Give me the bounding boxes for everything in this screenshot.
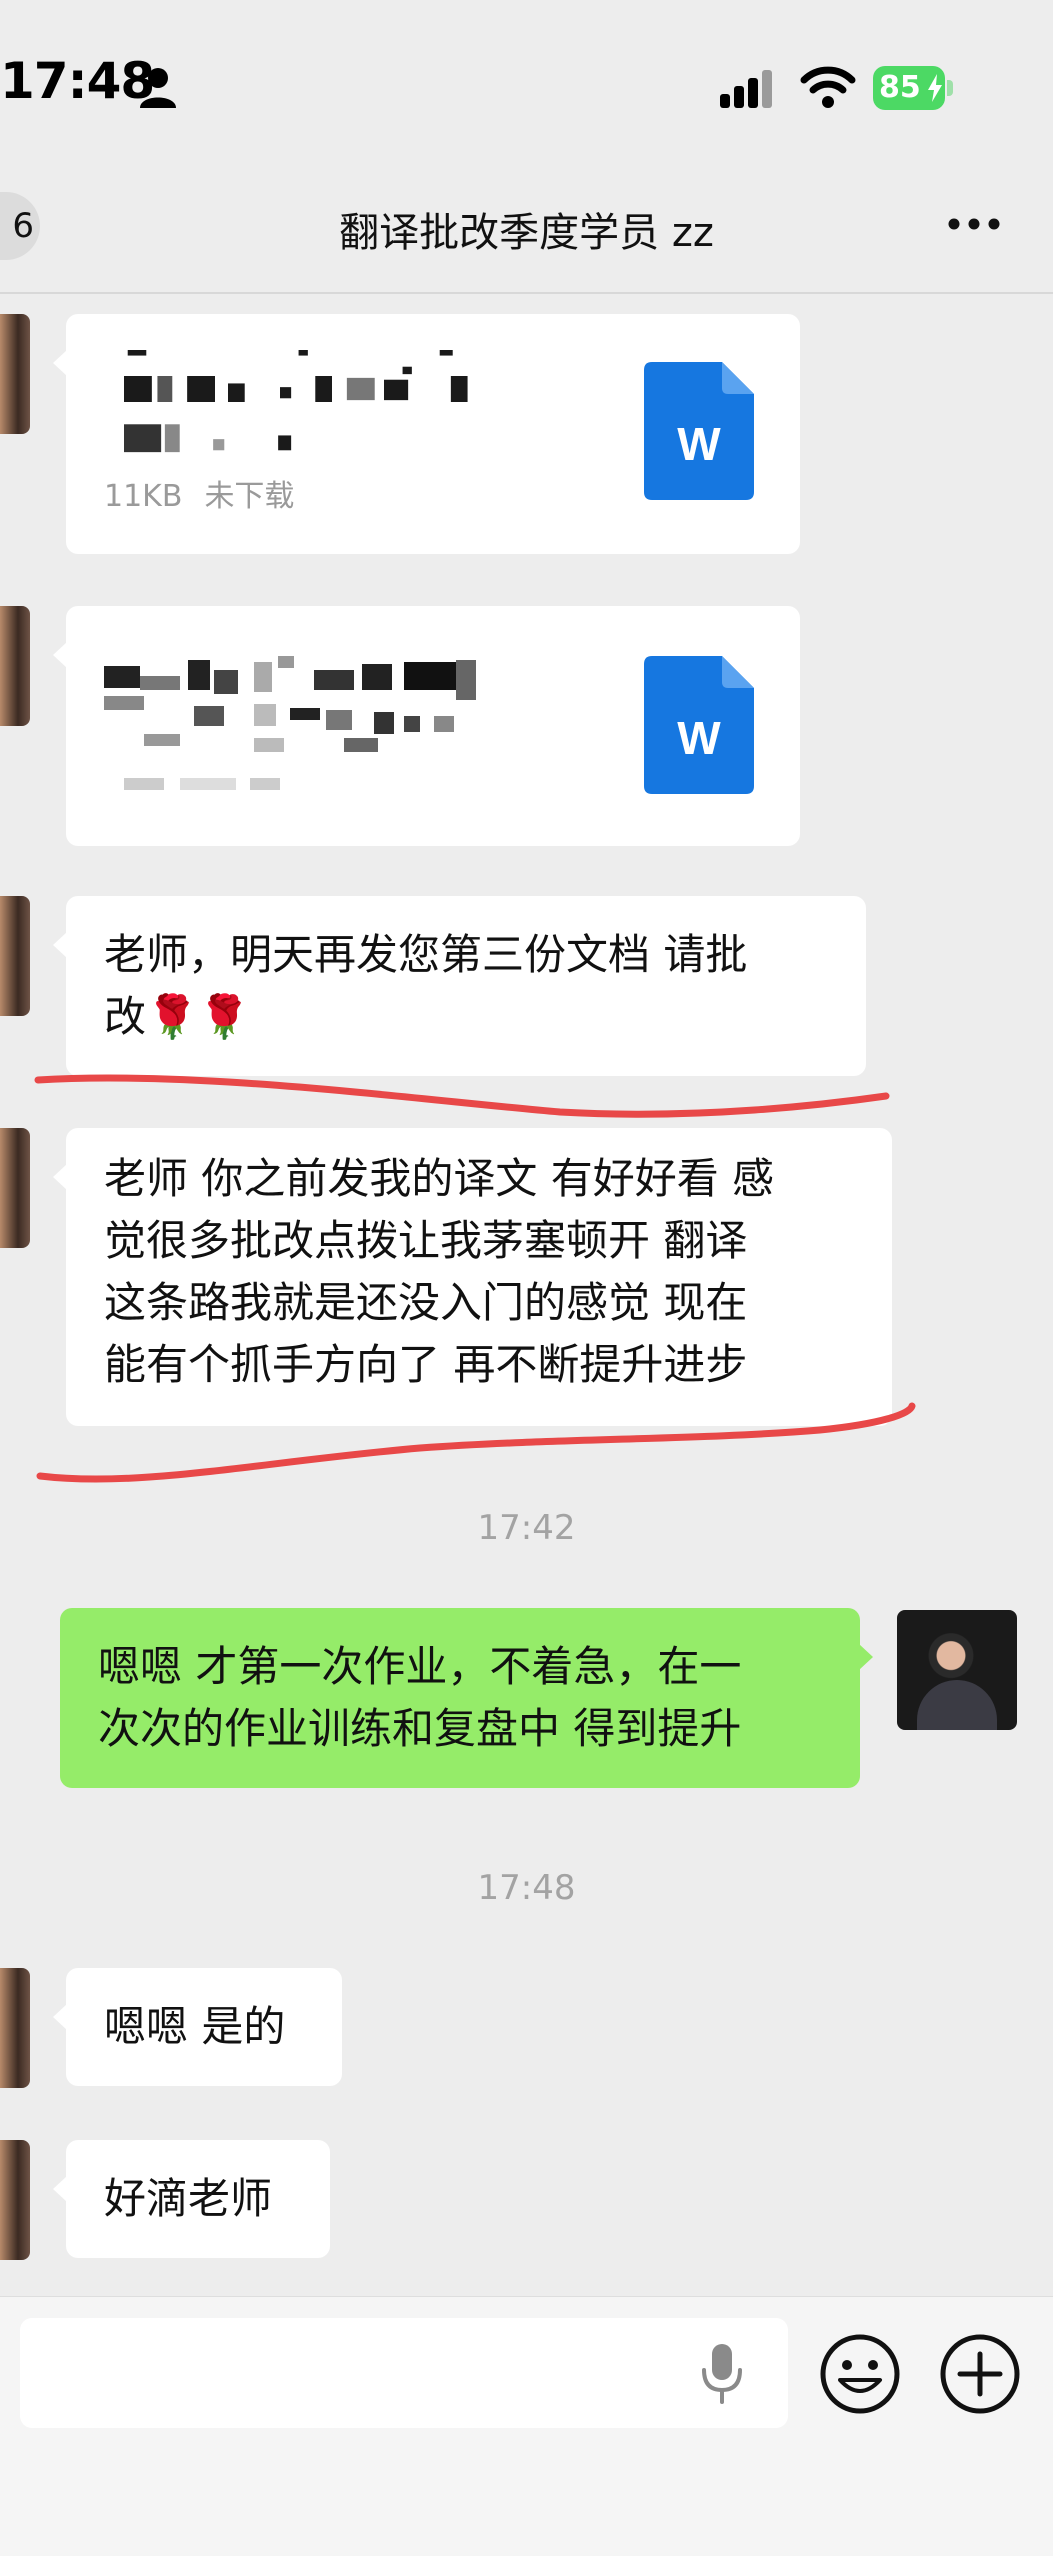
- status-time: 17:48: [0, 52, 155, 110]
- more-options-icon[interactable]: [946, 212, 1002, 236]
- text-message-bubble[interactable]: 老师，明天再发您第三份文档 请批 改🌹🌹: [53, 896, 866, 1076]
- message-text: 嗯嗯 是的: [104, 2002, 286, 2051]
- nav-divider: [0, 292, 1053, 294]
- sender-avatar[interactable]: [0, 1968, 30, 2088]
- sender-avatar[interactable]: [0, 606, 30, 726]
- timestamp: 17:48: [477, 1868, 576, 1908]
- outgoing-message-bubble[interactable]: 嗯嗯 才第一次作业，不着急，在一 次次的作业训练和复盘中 得到提升: [60, 1608, 873, 1788]
- sender-avatar[interactable]: [0, 2140, 30, 2260]
- battery-cap: [947, 80, 953, 96]
- avatar-figure: [917, 1680, 997, 1730]
- charging-bolt-icon: [928, 74, 942, 102]
- file-download-status: 未下载: [204, 479, 295, 514]
- battery-indicator: 85: [873, 66, 953, 110]
- message-text: 老师 你之前发我的译文 有好好看 感 觉很多批改点拨让我茅塞顿开 翻译 这条路我…: [104, 1154, 775, 1389]
- word-document-icon: W: [644, 362, 754, 500]
- wifi-icon: [800, 66, 856, 108]
- text-message-bubble[interactable]: 好滴老师: [53, 2140, 330, 2258]
- sender-avatar[interactable]: [0, 896, 30, 1016]
- file-size: 11KB: [104, 479, 183, 514]
- text-message-bubble[interactable]: 老师 你之前发我的译文 有好好看 感 觉很多批改点拨让我茅塞顿开 翻译 这条路我…: [53, 1128, 892, 1426]
- word-icon-letter: W: [677, 418, 721, 470]
- blurred-file-name: [124, 350, 468, 453]
- message-text: 嗯嗯 才第一次作业，不着急，在一 次次的作业训练和复盘中 得到提升: [98, 1642, 742, 1753]
- text-message-bubble[interactable]: 嗯嗯 是的: [53, 1968, 342, 2086]
- more-actions-plus-icon[interactable]: [938, 2332, 1022, 2416]
- word-icon-letter: W: [677, 712, 721, 764]
- word-document-icon: W: [644, 656, 754, 794]
- timestamp: 17:42: [477, 1508, 576, 1548]
- file-message-bubble[interactable]: 11KB 未下载 W: [53, 314, 800, 554]
- sender-avatar[interactable]: [0, 1128, 30, 1248]
- file-message-bubble[interactable]: W: [53, 606, 800, 846]
- message-text: 老师，明天再发您第三份文档 请批 改🌹🌹: [104, 930, 748, 1041]
- message-text: 好滴老师: [104, 2174, 273, 2223]
- my-avatar[interactable]: [897, 1610, 1017, 1730]
- chat-title: 翻译批改季度学员 zz: [339, 210, 714, 256]
- cellular-signal-icon: [720, 70, 772, 108]
- message-input[interactable]: [20, 2318, 788, 2428]
- emoji-icon[interactable]: [818, 2332, 902, 2416]
- person-icon: [140, 68, 176, 108]
- sender-avatar[interactable]: [0, 314, 30, 434]
- blurred-file-name: [104, 656, 476, 790]
- file-meta: 11KB 未下载: [104, 466, 294, 528]
- microphone-icon[interactable]: [698, 2342, 746, 2406]
